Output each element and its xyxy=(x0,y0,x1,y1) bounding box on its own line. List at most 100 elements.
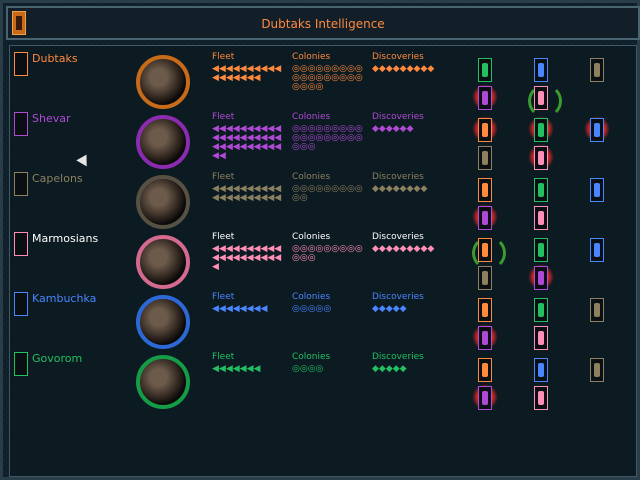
shevar-relation-icon[interactable] xyxy=(478,326,492,350)
marmosians-relation-icon[interactable] xyxy=(534,326,548,350)
relations-grid xyxy=(450,292,640,352)
race-name: Dubtaks xyxy=(32,52,78,65)
capelons-relation-icon[interactable] xyxy=(590,358,604,382)
fleet-label: Fleet xyxy=(212,352,235,362)
capelons-relation-icon[interactable] xyxy=(590,58,604,82)
relations-grid xyxy=(450,232,640,292)
capelons-relation-icon[interactable] xyxy=(590,298,604,322)
race-portrait xyxy=(136,295,190,349)
marmosians-relation-icon[interactable] xyxy=(534,386,548,410)
marmosians-race-icon xyxy=(14,232,28,256)
relations-grid xyxy=(450,52,640,118)
race-name: Shevar xyxy=(32,112,71,125)
race-row[interactable]: Shevar Fleet Colonies Discoveries ◀◀◀◀◀◀… xyxy=(10,110,636,170)
race-portrait xyxy=(136,235,190,289)
dubtaks-relation-icon[interactable] xyxy=(478,298,492,322)
window-title: Dubtaks Intelligence xyxy=(261,17,385,31)
discoveries-marks: ◆◆◆◆◆ xyxy=(372,304,407,314)
discoveries-label: Discoveries xyxy=(372,172,424,182)
dubtaks-relation-icon[interactable] xyxy=(478,118,492,142)
fleet-marks: ◀◀◀◀◀◀◀◀◀◀◀◀◀◀◀◀◀◀◀◀◀◀◀◀◀◀◀◀◀◀◀◀ xyxy=(212,124,282,161)
govorom-relation-icon[interactable] xyxy=(534,118,548,142)
fleet-marks: ◀◀◀◀◀◀◀◀◀◀◀◀◀◀◀◀◀◀◀◀ xyxy=(212,184,282,203)
relations-grid xyxy=(450,172,640,232)
govorom-relation-icon[interactable] xyxy=(534,178,548,202)
capelons-relation-icon[interactable] xyxy=(478,266,492,290)
race-name: Capelons xyxy=(32,172,83,185)
intelligence-panel: Dubtaks Fleet Colonies Discoveries ◀◀◀◀◀… xyxy=(9,45,637,477)
colonies-marks: ◎◎◎◎◎◎◎◎◎◎◎◎◎◎◎◎◎◎◎◎◎ xyxy=(292,124,363,152)
fleet-label: Fleet xyxy=(212,172,235,182)
marmosians-relation-icon[interactable] xyxy=(534,206,548,230)
fleet-label: Fleet xyxy=(212,292,235,302)
fleet-marks: ◀◀◀◀◀◀◀◀◀◀◀◀◀◀◀◀◀◀◀◀◀ xyxy=(212,244,282,272)
kambuchka-relation-icon[interactable] xyxy=(534,358,548,382)
fleet-label: Fleet xyxy=(212,112,235,122)
govorom-relation-icon[interactable] xyxy=(534,298,548,322)
colonies-label: Colonies xyxy=(292,352,331,362)
discoveries-label: Discoveries xyxy=(372,52,424,62)
govorom-relation-icon[interactable] xyxy=(534,238,548,262)
fleet-marks: ◀◀◀◀◀◀◀◀ xyxy=(212,304,268,314)
capelons-relation-icon[interactable] xyxy=(478,146,492,170)
fleet-marks: ◀◀◀◀◀◀◀ xyxy=(212,364,261,374)
shevar-relation-icon[interactable] xyxy=(478,86,492,110)
race-portrait xyxy=(136,175,190,229)
kambuchka-relation-icon[interactable] xyxy=(590,178,604,202)
race-row[interactable]: Capelons Fleet Colonies Discoveries ◀◀◀◀… xyxy=(10,170,636,230)
fleet-label: Fleet xyxy=(212,52,235,62)
fleet-marks: ◀◀◀◀◀◀◀◀◀◀◀◀◀◀◀◀◀ xyxy=(212,64,282,83)
colonies-marks: ◎◎◎◎◎◎◎◎◎◎◎ xyxy=(292,184,363,203)
kambuchka-relation-icon[interactable] xyxy=(590,238,604,262)
colonies-label: Colonies xyxy=(292,52,331,62)
marmosians-relation-icon[interactable] xyxy=(534,86,548,110)
discoveries-marks: ◆◆◆◆◆◆ xyxy=(372,124,414,134)
race-portrait xyxy=(136,55,190,109)
shevar-race-icon xyxy=(14,112,28,136)
colonies-label: Colonies xyxy=(292,292,331,302)
govorom-relation-icon[interactable] xyxy=(478,58,492,82)
race-portrait xyxy=(136,115,190,169)
discoveries-marks: ◆◆◆◆◆ xyxy=(372,364,407,374)
race-name: Marmosians xyxy=(32,232,99,245)
window-frame: Dubtaks Intelligence Dubtaks Fleet Colon… xyxy=(0,0,640,480)
dubtaks-relation-icon[interactable] xyxy=(478,178,492,202)
colonies-marks: ◎◎◎◎◎ xyxy=(292,304,332,314)
discoveries-marks: ◆◆◆◆◆◆◆◆ xyxy=(372,184,428,194)
colonies-marks: ◎◎◎◎◎◎◎◎◎◎◎◎ xyxy=(292,244,363,263)
shevar-relation-icon[interactable] xyxy=(478,206,492,230)
race-portrait xyxy=(136,355,190,409)
discoveries-label: Discoveries xyxy=(372,292,424,302)
marmosians-relation-icon[interactable] xyxy=(534,146,548,170)
kambuchka-relation-icon[interactable] xyxy=(590,118,604,142)
discoveries-label: Discoveries xyxy=(372,112,424,122)
colonies-marks: ◎◎◎◎◎◎◎◎◎◎◎◎◎◎◎◎◎◎◎◎◎◎ xyxy=(292,64,363,92)
discoveries-marks: ◆◆◆◆◆◆◆◆◆ xyxy=(372,64,435,74)
discoveries-label: Discoveries xyxy=(372,352,424,362)
shevar-relation-icon[interactable] xyxy=(534,266,548,290)
discoveries-label: Discoveries xyxy=(372,232,424,242)
relations-grid xyxy=(450,112,640,172)
govorom-race-icon xyxy=(14,352,28,376)
kambuchka-relation-icon[interactable] xyxy=(534,58,548,82)
fleet-label: Fleet xyxy=(212,232,235,242)
colonies-label: Colonies xyxy=(292,112,331,122)
race-name: Govorom xyxy=(32,352,83,365)
dubtaks-relation-icon[interactable] xyxy=(478,358,492,382)
kambuchka-race-icon xyxy=(14,292,28,316)
colonies-label: Colonies xyxy=(292,232,331,242)
dubtaks-race-icon xyxy=(14,52,28,76)
race-row[interactable]: Dubtaks Fleet Colonies Discoveries ◀◀◀◀◀… xyxy=(10,50,636,118)
colonies-marks: ◎◎◎◎ xyxy=(292,364,324,374)
shevar-relation-icon[interactable] xyxy=(478,386,492,410)
race-row[interactable]: Govorom Fleet Colonies Discoveries ◀◀◀◀◀… xyxy=(10,350,636,410)
race-name: Kambuchka xyxy=(32,292,97,305)
dubtaks-relation-icon[interactable] xyxy=(478,238,492,262)
relations-grid xyxy=(450,352,640,412)
race-row[interactable]: Kambuchka Fleet Colonies Discoveries ◀◀◀… xyxy=(10,290,636,350)
colonies-label: Colonies xyxy=(292,172,331,182)
discoveries-marks: ◆◆◆◆◆◆◆◆◆ xyxy=(372,244,435,254)
title-bar: Dubtaks Intelligence xyxy=(6,6,640,40)
capelons-race-icon xyxy=(14,172,28,196)
race-row[interactable]: Marmosians Fleet Colonies Discoveries ◀◀… xyxy=(10,230,636,290)
